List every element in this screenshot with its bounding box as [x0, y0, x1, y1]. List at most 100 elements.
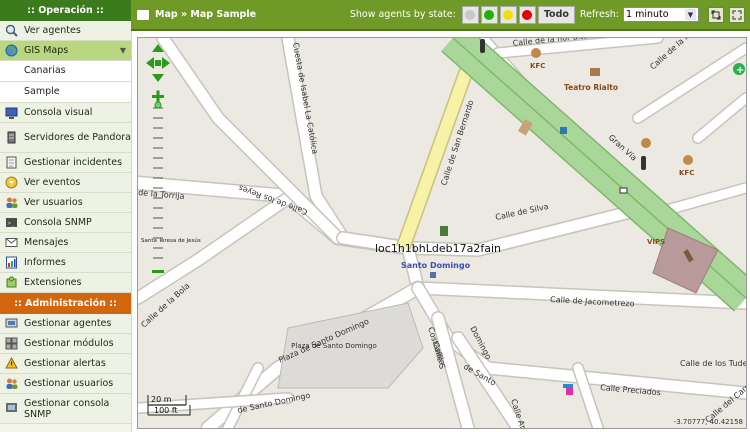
bus-icon: [560, 127, 567, 134]
refresh-value: 1 minuto: [626, 9, 669, 20]
poi-label: Santa Teresa de Jesús: [141, 237, 201, 244]
coordinates-readout: -3.70777, 40.42158: [673, 418, 743, 426]
map-toolbar: Map » Map Sample Show agents by state: T…: [131, 0, 750, 31]
sidebar-subitem-canarias[interactable]: Canarias: [0, 61, 131, 82]
state-ok-button[interactable]: [480, 5, 498, 24]
pharmacy-icon: [566, 388, 573, 395]
street-label: Calle de los Tudescos: [680, 359, 746, 368]
lightning-icon: [4, 176, 18, 189]
sidebar-item-label: Mensajes: [24, 237, 69, 248]
scale-meters: 20 m: [151, 395, 172, 404]
state-dot-icon: [522, 9, 533, 20]
restaurant-icon: [683, 155, 693, 165]
traffic-light-icon: [480, 39, 485, 53]
sidebar-item-gestionar-alertas[interactable]: Gestionar alertas: [0, 354, 131, 374]
sidebar-item-gestionar-modulos[interactable]: Gestionar módulos: [0, 334, 131, 354]
zoom-out-icon[interactable]: [152, 270, 164, 273]
admin-header: :: Administración ::: [0, 293, 131, 314]
sidebar-item-label: Gestionar agentes: [24, 318, 112, 329]
poi-label: KFC: [679, 169, 694, 177]
zoom-handle-icon[interactable]: [154, 101, 162, 109]
svg-text:+: +: [736, 65, 744, 76]
theater-icon: [590, 68, 600, 76]
sidebar-item-informes[interactable]: Informes: [0, 253, 131, 273]
sidebar-item-incidentes[interactable]: Gestionar incidentes: [0, 153, 131, 173]
refresh-select[interactable]: 1 minuto ▼: [623, 7, 699, 22]
magnifier-icon: [4, 24, 18, 37]
report-icon: [4, 256, 18, 269]
sidebar-item-label: Gestionar módulos: [24, 338, 114, 349]
traffic-light-icon: [641, 156, 646, 170]
sidebar-item-snmp[interactable]: >_ Consola SNMP: [0, 213, 131, 233]
manage-users-icon: [4, 377, 18, 390]
map-icon: [137, 9, 149, 20]
sidebar-item-extensiones[interactable]: Extensiones: [0, 273, 131, 293]
sidebar-item-label: Ver eventos: [24, 177, 81, 188]
extension-icon: [4, 276, 18, 289]
agents-state-label: Show agents by state:: [349, 9, 456, 20]
fullscreen-icon: [732, 10, 742, 19]
gis-map[interactable]: Cuesta de Isabel La Católica Calle de la…: [137, 37, 747, 429]
poi-label: Plaza de Santo Domingo: [291, 342, 377, 350]
agent-overlap-label[interactable]: loc1h1bhLdeb17a2fain: [375, 242, 501, 255]
sidebar-item-label: Consola SNMP: [24, 217, 92, 228]
sidebar-item-label: Gestionar incidentes: [24, 157, 123, 168]
sidebar-item-label: Gestionar usuarios: [24, 378, 114, 389]
envelope-icon: [4, 236, 18, 249]
poi-label: Teatro Rialto: [564, 83, 618, 92]
state-unknown-button[interactable]: [461, 5, 479, 24]
mail-icon: [619, 187, 628, 194]
sidebar-item-mensajes[interactable]: Mensajes: [0, 233, 131, 253]
restore-window-button[interactable]: [708, 6, 724, 23]
notepad-icon: [4, 156, 18, 169]
modules-icon: [4, 337, 18, 350]
monitor-icon: [4, 106, 18, 119]
state-dot-icon: [465, 9, 476, 20]
globe-icon: [4, 44, 18, 57]
sidebar-item-label: Gestionar consola SNMP: [24, 397, 110, 420]
sidebar-item-label: Ver usuarios: [24, 197, 83, 208]
scale-feet: 100 ft: [154, 406, 178, 415]
todo-button[interactable]: Todo: [537, 5, 575, 24]
svg-text:>_: >_: [7, 220, 15, 227]
sidebar-item-consola-visual[interactable]: Consola visual: [0, 103, 131, 123]
sidebar-item-gis-maps[interactable]: GIS Maps ▼: [0, 41, 131, 61]
sidebar-item-eventos[interactable]: Ver eventos: [0, 173, 131, 193]
agents-icon: [4, 317, 18, 330]
operation-header: :: Operación ::: [0, 0, 131, 21]
refresh-label: Refresh:: [579, 9, 619, 20]
church-icon: [430, 272, 436, 278]
sidebar-item-label: Informes: [24, 257, 66, 268]
sidebar-item-label: Extensiones: [24, 277, 82, 288]
poi-label: VIPS: [647, 238, 665, 246]
breadcrumb: Map » Map Sample: [131, 9, 256, 20]
sidebar-item-label: GIS Maps: [24, 45, 69, 56]
breadcrumb-text: Map » Map Sample: [155, 9, 257, 20]
sidebar-item-ver-agentes[interactable]: Ver agentes: [0, 21, 131, 41]
poi-label: Santo Domingo: [401, 261, 471, 270]
sidebar-item-usuarios[interactable]: Ver usuarios: [0, 193, 131, 213]
sidebar-item-servidores[interactable]: Servidores de Pandora: [0, 123, 131, 153]
sidebar-item-gestionar-usuarios[interactable]: Gestionar usuarios: [0, 374, 131, 394]
sidebar-item-label: Consola visual: [24, 107, 93, 118]
alert-icon: [4, 357, 18, 370]
sidebar-item-gestionar-snmp[interactable]: Gestionar consola SNMP: [0, 394, 131, 424]
state-critical-button[interactable]: [518, 5, 536, 24]
state-dot-icon: [503, 9, 514, 20]
sidebar-menu: :: Operación :: Ver agentes GIS Maps ▼ C…: [0, 0, 132, 432]
poi-label: KFC: [530, 62, 545, 70]
sidebar-item-label: Ver agentes: [24, 25, 81, 36]
hotel-icon: [563, 384, 573, 388]
sidebar-item-label: Servidores de Pandora: [24, 132, 132, 143]
users-icon: [4, 196, 18, 209]
agent-marker-icon: [440, 226, 448, 236]
fullscreen-button[interactable]: [729, 6, 745, 23]
snmp-console-icon: >_: [4, 216, 18, 229]
sidebar-subitem-sample[interactable]: Sample: [0, 82, 131, 103]
state-warning-button[interactable]: [499, 5, 517, 24]
server-icon: [4, 131, 18, 144]
state-dot-icon: [484, 9, 495, 20]
restore-icon: [711, 10, 721, 19]
restaurant-icon: [641, 138, 651, 148]
sidebar-item-gestionar-agentes[interactable]: Gestionar agentes: [0, 314, 131, 334]
